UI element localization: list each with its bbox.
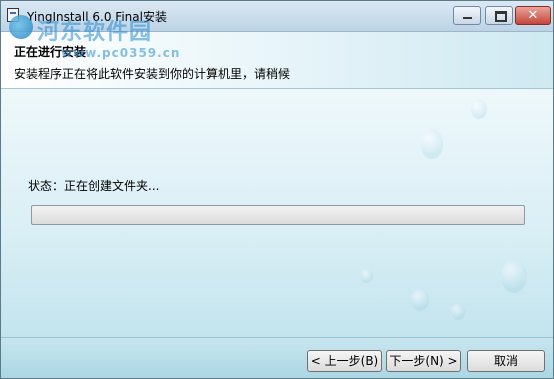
installer-window: YingInstall 6.0 Final安装 ✕ 正在进行安装 安装程序正在将… xyxy=(0,0,554,379)
watermark-text: 河东软件园 xyxy=(37,20,153,45)
water-drop-decoration xyxy=(361,269,373,283)
cancel-button[interactable]: 取消 xyxy=(467,350,545,372)
close-button[interactable]: ✕ xyxy=(515,6,551,25)
button-bar: < 上一步(B) 下一步(N) > 取消 xyxy=(1,337,553,378)
install-progress-bar xyxy=(31,205,525,225)
maximize-icon xyxy=(495,11,507,22)
status-text: 状态：正在创建文件夹... xyxy=(28,179,160,193)
minimize-icon xyxy=(463,17,472,19)
back-button[interactable]: < 上一步(B) xyxy=(307,350,382,372)
minimize-button[interactable] xyxy=(453,6,481,25)
water-drop-decoration xyxy=(471,99,487,119)
close-icon: ✕ xyxy=(527,8,539,23)
water-drop-decoration xyxy=(411,289,429,311)
maximize-button[interactable] xyxy=(485,6,513,25)
water-drop-decoration xyxy=(501,259,527,293)
water-drop-decoration xyxy=(451,304,465,320)
next-button[interactable]: 下一步(N) > xyxy=(386,350,461,372)
content-area: 状态：正在创建文件夹... xyxy=(1,89,553,337)
watermark-logo-icon xyxy=(9,15,33,39)
water-drop-decoration xyxy=(421,129,443,159)
page-subtitle: 安装程序正在将此软件安装到你的计算机里，请稍候 xyxy=(14,67,291,81)
watermark-url: www.pc0359.cn xyxy=(61,46,181,60)
